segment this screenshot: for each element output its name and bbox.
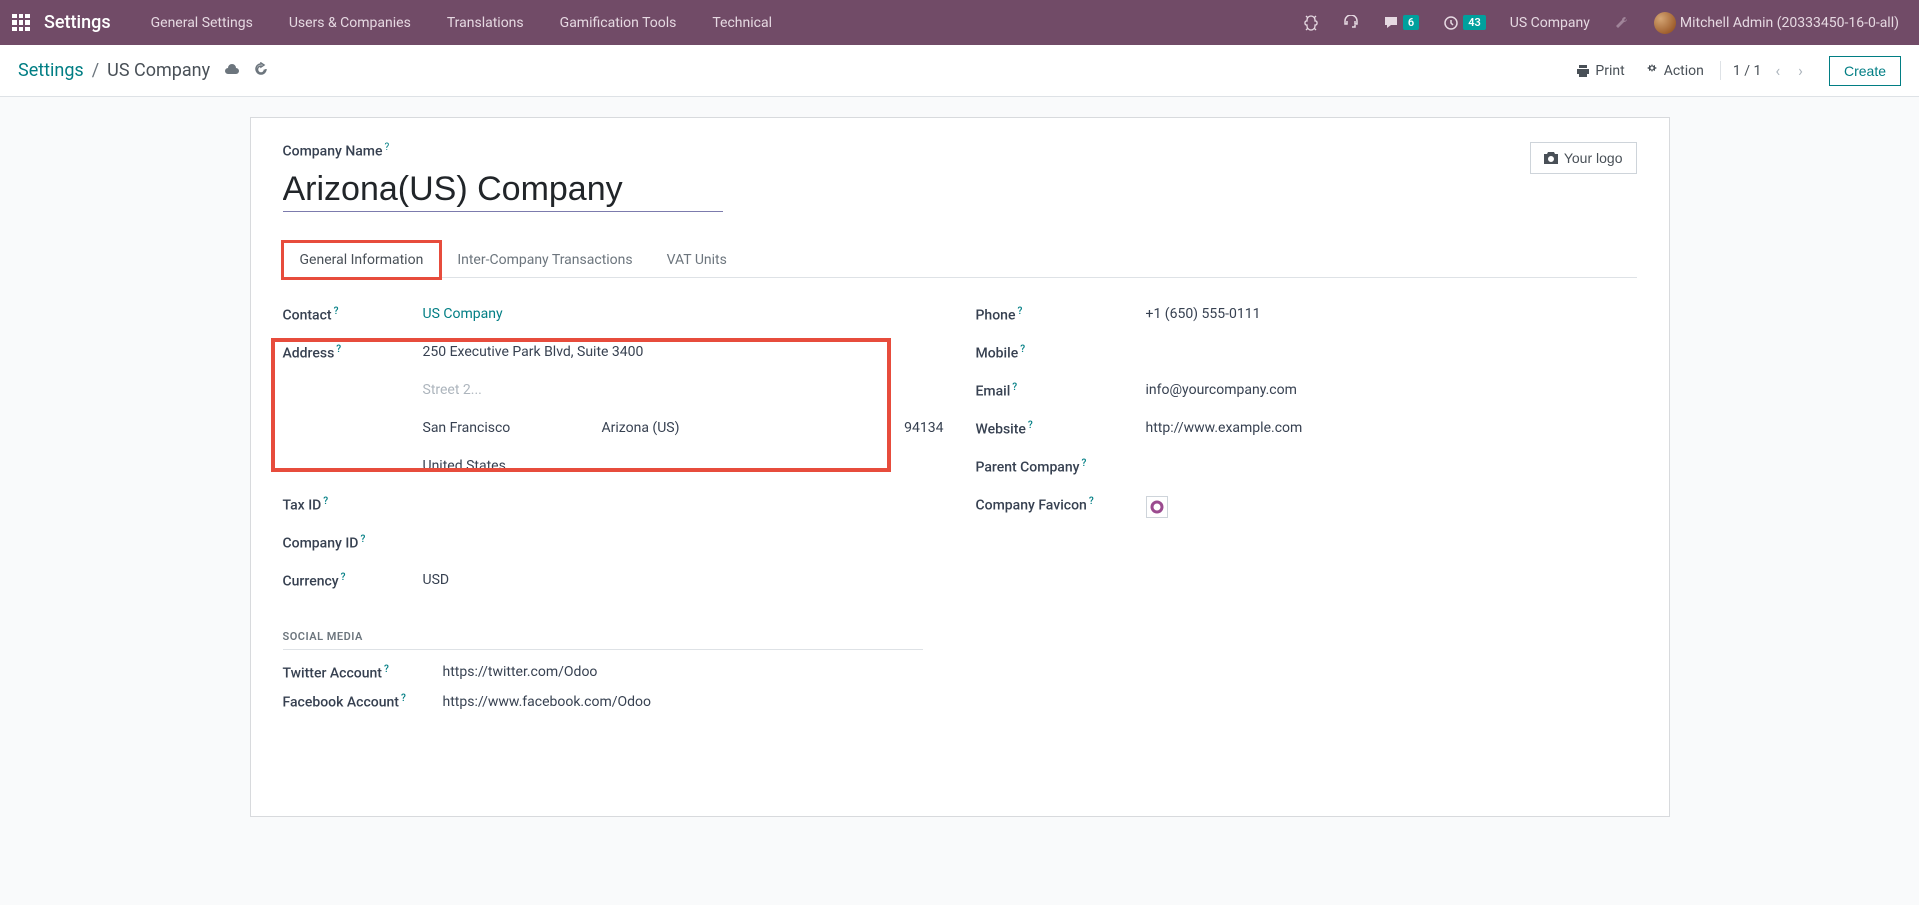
tooltip-icon[interactable]: ?: [401, 693, 406, 704]
tooltip-icon[interactable]: ?: [1012, 382, 1017, 393]
city-input[interactable]: San Francisco: [423, 420, 586, 436]
company-switcher[interactable]: US Company: [1502, 15, 1598, 31]
favicon-image[interactable]: [1146, 496, 1168, 518]
tab-vat-units[interactable]: VAT Units: [650, 242, 744, 277]
company-id-input[interactable]: [423, 530, 944, 534]
nav-general-settings[interactable]: General Settings: [137, 15, 267, 31]
tooltip-icon[interactable]: ?: [1017, 306, 1022, 317]
twitter-input[interactable]: https://twitter.com/Odoo: [443, 664, 598, 680]
apps-icon[interactable]: [12, 14, 30, 32]
tooltip-icon[interactable]: ?: [384, 664, 389, 675]
tax-id-input[interactable]: [423, 492, 944, 496]
phone-input[interactable]: +1 (650) 555-0111: [1146, 302, 1637, 322]
print-button[interactable]: Print: [1566, 57, 1634, 85]
phone-label: Phone: [976, 307, 1016, 323]
debug-icon[interactable]: [1295, 15, 1327, 31]
action-button[interactable]: Action: [1635, 57, 1714, 85]
favicon-label: Company Favicon: [976, 497, 1087, 513]
street2-input[interactable]: Street 2...: [423, 378, 944, 398]
currency-label: Currency: [283, 573, 339, 589]
tooltip-icon[interactable]: ?: [336, 344, 341, 355]
pager: 1 / 1 ‹ ›: [1720, 61, 1819, 80]
form-sheet: Company Name? Your logo General Informat…: [250, 117, 1670, 817]
user-name: Mitchell Admin (20333450-16-0-all): [1680, 15, 1899, 31]
website-label: Website: [976, 421, 1026, 437]
tax-id-label: Tax ID: [283, 497, 322, 513]
company-id-label: Company ID: [283, 535, 359, 551]
app-brand[interactable]: Settings: [44, 12, 111, 33]
tabs: General Information Inter-Company Transa…: [283, 242, 1637, 278]
pager-prev-icon[interactable]: ‹: [1771, 61, 1784, 80]
nav-translations[interactable]: Translations: [433, 15, 538, 31]
twitter-label: Twitter Account: [283, 665, 382, 681]
breadcrumb-sep: /: [92, 60, 99, 81]
zip-input[interactable]: 94134: [781, 420, 944, 436]
messages-badge: 6: [1403, 15, 1419, 30]
support-icon[interactable]: [1335, 15, 1367, 31]
contact-value[interactable]: US Company: [423, 302, 944, 322]
breadcrumb-root[interactable]: Settings: [18, 60, 84, 81]
topbar: Settings General Settings Users & Compan…: [0, 0, 1919, 45]
country-input[interactable]: United States: [423, 454, 944, 474]
activities-badge: 43: [1463, 15, 1486, 30]
pager-next-icon[interactable]: ›: [1794, 61, 1807, 80]
tooltip-icon[interactable]: ?: [360, 534, 365, 545]
facebook-input[interactable]: https://www.facebook.com/Odoo: [443, 694, 652, 710]
company-name-input[interactable]: [283, 168, 723, 212]
tab-general-info[interactable]: General Information: [283, 242, 441, 278]
nav-technical[interactable]: Technical: [698, 15, 786, 31]
tooltip-icon[interactable]: ?: [334, 306, 339, 317]
parent-company-input[interactable]: [1146, 454, 1637, 458]
tab-intercompany[interactable]: Inter-Company Transactions: [440, 242, 649, 277]
company-name-label: Company Name: [283, 144, 383, 160]
logo-button[interactable]: Your logo: [1530, 142, 1637, 174]
control-bar: Settings / US Company Print Action 1 / 1…: [0, 45, 1919, 97]
messages-icon[interactable]: 6: [1375, 15, 1427, 31]
discard-icon[interactable]: [254, 60, 268, 81]
street-input[interactable]: 250 Executive Park Blvd, Suite 3400: [423, 340, 944, 360]
tooltip-icon[interactable]: ?: [323, 496, 328, 507]
currency-input[interactable]: USD: [423, 568, 944, 588]
website-input[interactable]: http://www.example.com: [1146, 416, 1637, 436]
tooltip-icon[interactable]: ?: [1028, 420, 1033, 431]
tooltip-icon[interactable]: ?: [385, 142, 390, 153]
contact-label: Contact: [283, 307, 332, 323]
mobile-input[interactable]: [1146, 340, 1637, 344]
tools-icon[interactable]: [1606, 15, 1638, 31]
address-label: Address: [283, 345, 335, 361]
main-scroll[interactable]: Company Name? Your logo General Informat…: [0, 97, 1919, 905]
create-button[interactable]: Create: [1829, 56, 1901, 86]
tooltip-icon[interactable]: ?: [341, 572, 346, 583]
mobile-label: Mobile: [976, 345, 1019, 361]
activities-icon[interactable]: 43: [1435, 15, 1494, 31]
nav-gamification[interactable]: Gamification Tools: [546, 15, 691, 31]
breadcrumb: Settings / US Company: [18, 60, 268, 81]
email-input[interactable]: info@yourcompany.com: [1146, 378, 1637, 398]
tooltip-icon[interactable]: ?: [1082, 458, 1087, 469]
breadcrumb-current: US Company: [107, 60, 210, 81]
state-input[interactable]: Arizona (US): [602, 420, 765, 436]
social-section-title: SOCIAL MEDIA: [283, 630, 923, 650]
user-menu[interactable]: Mitchell Admin (20333450-16-0-all): [1646, 12, 1907, 34]
nav-users-companies[interactable]: Users & Companies: [275, 15, 425, 31]
avatar: [1654, 12, 1676, 34]
tooltip-icon[interactable]: ?: [1020, 344, 1025, 355]
parent-company-label: Parent Company: [976, 459, 1080, 475]
pager-value[interactable]: 1 / 1: [1733, 63, 1761, 79]
facebook-label: Facebook Account: [283, 695, 399, 711]
cloud-save-icon[interactable]: [224, 60, 240, 81]
tooltip-icon[interactable]: ?: [1089, 496, 1094, 507]
email-label: Email: [976, 383, 1011, 399]
